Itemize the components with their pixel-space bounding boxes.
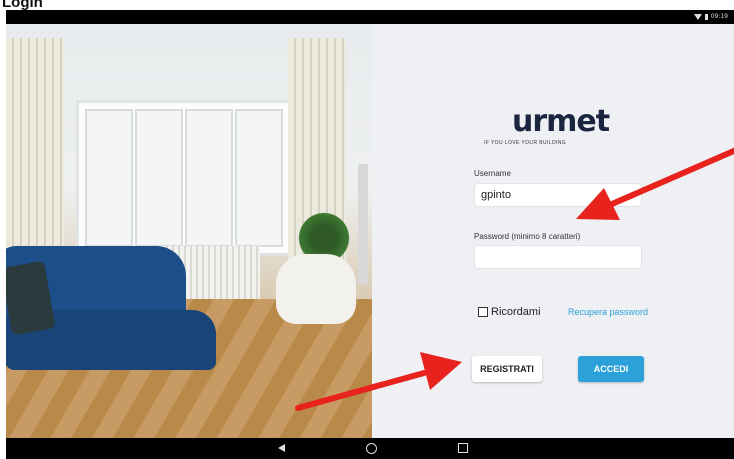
username-label: Username xyxy=(474,169,511,178)
living-room-photo xyxy=(6,24,372,438)
login-panel: urmet IF YOU LOVE YOUR BUILDING Username… xyxy=(372,24,734,438)
navigation-bar xyxy=(6,438,734,459)
remember-label: Ricordami xyxy=(491,306,541,318)
window-pane xyxy=(235,109,283,247)
brand-logo: urmet xyxy=(512,104,610,139)
floor-lamp xyxy=(358,164,368,284)
battery-icon xyxy=(704,13,708,20)
tablet-screen: 09:19 urmet IF YOU LOVE YOUR BUILDING Us… xyxy=(6,10,734,459)
wifi-icon xyxy=(693,13,702,20)
username-input[interactable] xyxy=(474,183,642,207)
window-pane xyxy=(85,109,133,247)
home-icon[interactable] xyxy=(366,443,377,454)
brand-tagline: IF YOU LOVE YOUR BUILDING xyxy=(484,140,567,146)
status-icons: 09:19 xyxy=(693,13,728,20)
window-illustration xyxy=(76,100,292,256)
password-input[interactable] xyxy=(474,245,642,269)
login-button[interactable]: ACCEDI xyxy=(578,356,644,382)
recover-password-link[interactable]: Recupera password xyxy=(568,307,648,317)
register-button[interactable]: REGISTRATI xyxy=(472,356,542,382)
window-pane xyxy=(185,109,233,247)
status-bar: 09:19 xyxy=(6,10,734,24)
white-chair xyxy=(276,254,356,324)
recent-apps-icon[interactable] xyxy=(458,443,468,453)
remember-checkbox[interactable] xyxy=(478,307,488,317)
password-label: Password (minimo 8 caratteri) xyxy=(474,232,581,241)
back-icon[interactable] xyxy=(278,444,285,452)
remember-me[interactable]: Ricordami xyxy=(478,306,541,318)
window-pane xyxy=(135,109,183,247)
status-clock: 09:19 xyxy=(710,13,728,20)
